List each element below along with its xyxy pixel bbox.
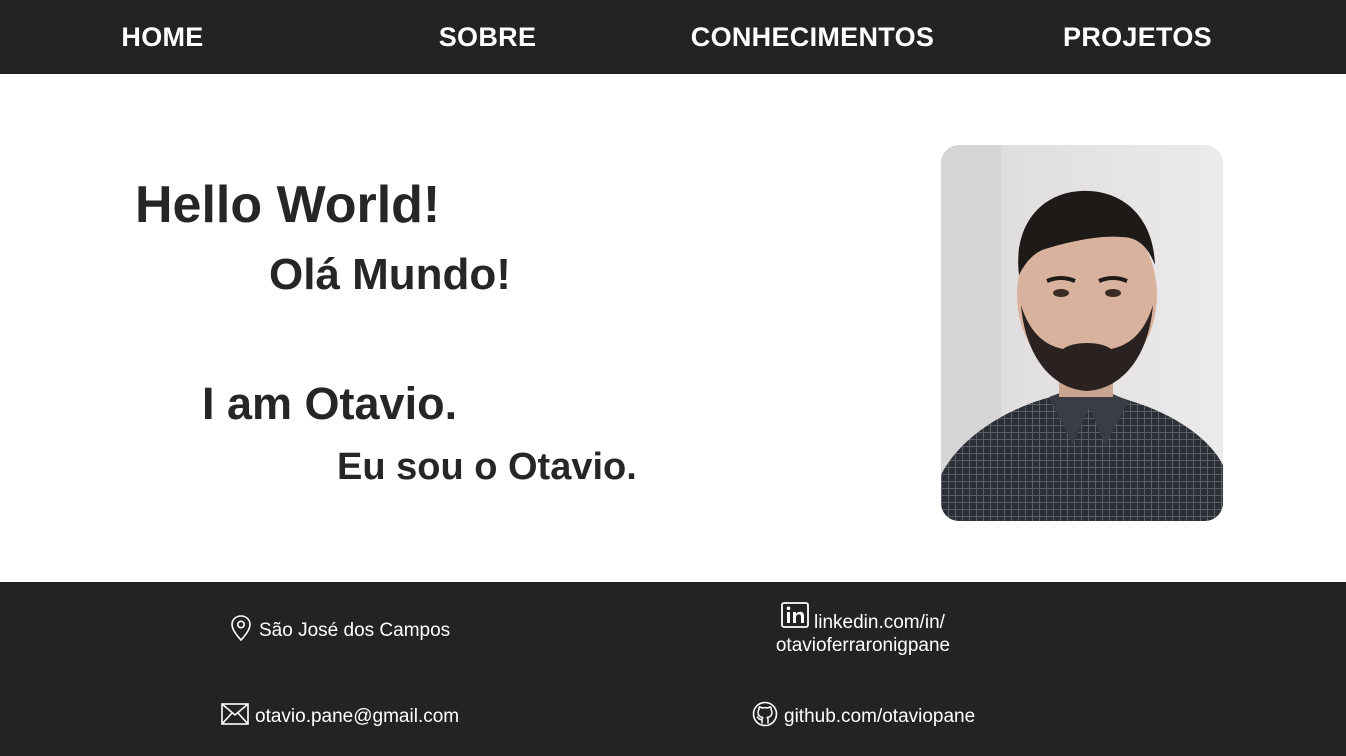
- nav-projetos[interactable]: PROJETOS: [975, 0, 1300, 74]
- linkedin-icon: [781, 602, 809, 634]
- linkedin-line1: linkedin.com/in/: [814, 612, 945, 633]
- email-link[interactable]: otavio.pane@gmail.com: [221, 703, 459, 731]
- top-nav: HOME SOBRE CONHECIMENTOS PROJETOS: [0, 0, 1346, 74]
- location-info: São José dos Campos: [229, 614, 450, 648]
- greeting-pt-heading: Olá Mundo!: [269, 250, 511, 299]
- footer: São José dos Campos linkedin.com/in/ ota…: [0, 582, 1346, 756]
- envelope-icon: [221, 703, 249, 731]
- intro-en-heading: I am Otavio.: [202, 378, 458, 429]
- map-pin-icon: [229, 614, 253, 648]
- github-icon: [752, 701, 778, 733]
- profile-photo: [941, 145, 1223, 521]
- location-text: São José dos Campos: [259, 620, 451, 641]
- email-text: otavio.pane@gmail.com: [255, 706, 460, 727]
- github-text: github.com/otaviopane: [784, 706, 976, 727]
- greeting-en-heading: Hello World!: [135, 176, 441, 234]
- github-link[interactable]: github.com/otaviopane: [752, 701, 975, 733]
- nav-conhecimentos[interactable]: CONHECIMENTOS: [650, 0, 975, 74]
- nav-home[interactable]: HOME: [0, 0, 325, 74]
- linkedin-line2: otavioferraronigpane: [775, 635, 951, 656]
- nav-sobre[interactable]: SOBRE: [325, 0, 650, 74]
- intro-pt-heading: Eu sou o Otavio.: [337, 446, 637, 488]
- linkedin-link[interactable]: linkedin.com/in/ otavioferraronigpane: [770, 602, 956, 657]
